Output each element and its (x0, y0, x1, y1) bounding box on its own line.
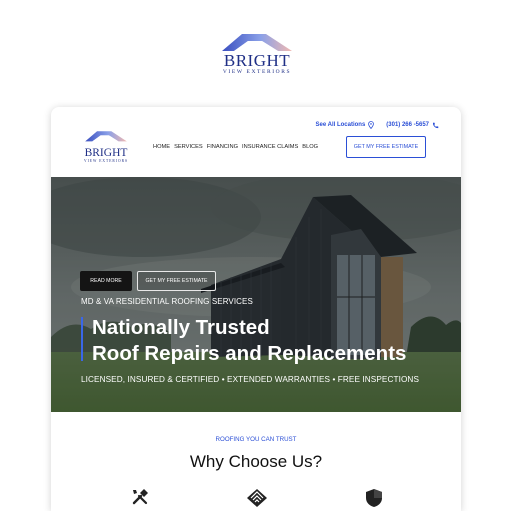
top-logo: BRIGHT VIEW EXTERIORS (214, 32, 300, 82)
hero-eyebrow: MD & VA RESIDENTIAL ROOFING SERVICES (81, 297, 253, 306)
page: BRIGHT VIEW EXTERIORS See All Locations … (0, 0, 512, 511)
hero-estimate-button[interactable]: GET MY FREE ESTIMATE (137, 271, 216, 291)
hero-features: LICENSED, INSURED & CERTIFIED • EXTENDED… (81, 375, 420, 384)
handshake-icon (247, 489, 267, 507)
locations-label: See All Locations (315, 122, 366, 128)
hero-title-line-1: Nationally Trusted (92, 316, 270, 339)
nav-item-insurance-claims[interactable]: INSURANCE CLAIMS (242, 144, 298, 150)
hero-section: READ MORE GET MY FREE ESTIMATE MD & VA R… (51, 177, 461, 412)
read-more-button[interactable]: READ MORE (80, 271, 132, 291)
nav-brand-name: BRIGHT (84, 147, 128, 159)
locations-link[interactable]: See All Locations (316, 121, 375, 129)
hero-title-line-2: Roof Repairs and Replacements (92, 342, 407, 365)
nav-logo[interactable]: BRIGHT VIEW EXTERIORS (80, 129, 132, 163)
location-pin-icon (368, 121, 375, 129)
nav-item-blog[interactable]: BLOG (302, 144, 318, 150)
why-icons (51, 488, 461, 511)
topbar: See All Locations (301) 266 -5657 (316, 121, 440, 129)
why-eyebrow: ROOFING YOU CAN TRUST (215, 436, 297, 443)
nav-item-home[interactable]: HOME (153, 144, 170, 150)
nav-item-financing[interactable]: FINANCING (207, 144, 238, 150)
why-title: Why Choose Us? (189, 452, 323, 471)
phone-link[interactable]: (301) 266 -5657 (386, 122, 439, 129)
shield-icon (366, 489, 382, 507)
website-preview-card: See All Locations (301) 266 -5657 BRIGHT… (51, 107, 461, 511)
nav-estimate-button[interactable]: GET MY FREE ESTIMATE (346, 136, 426, 158)
brand-name: BRIGHT (223, 51, 291, 70)
phone-number: (301) 266 -5657 (386, 122, 429, 128)
hero-title: Nationally Trusted Roof Repairs and Repl… (92, 315, 406, 367)
roof-logo-icon (222, 34, 292, 51)
phone-icon (432, 122, 439, 128)
hero-accent-bar (81, 317, 83, 361)
nav-brand-tagline: VIEW EXTERIORS (84, 159, 128, 163)
main-nav: HOME SERVICES FINANCING INSURANCE CLAIMS… (153, 144, 318, 150)
tools-icon (132, 489, 148, 505)
roof-logo-icon (85, 131, 127, 142)
nav-item-services[interactable]: SERVICES (174, 144, 203, 150)
brand-tagline: VIEW EXTERIORS (222, 69, 292, 75)
hero-buttons: READ MORE GET MY FREE ESTIMATE (80, 271, 216, 291)
